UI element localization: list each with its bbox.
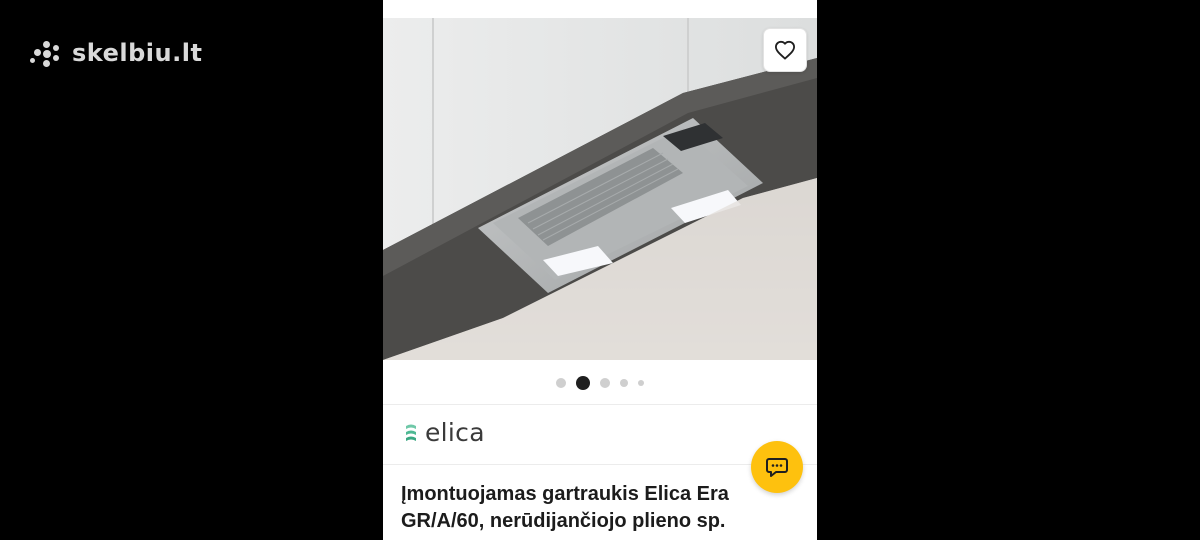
brand-name: elica <box>425 418 485 447</box>
carousel-dot[interactable] <box>638 380 644 386</box>
carousel-dot[interactable] <box>556 378 566 388</box>
listing-title: Įmontuojamas gartraukis Elica Era GR/A/6… <box>401 483 729 532</box>
chat-bubble-icon <box>766 458 788 477</box>
listing-photo[interactable] <box>383 18 817 360</box>
heart-icon <box>775 40 795 60</box>
carousel-dot[interactable] <box>620 379 628 387</box>
logo-text: skelbiu.lt <box>72 39 203 67</box>
brand-logo[interactable]: elica <box>403 418 485 447</box>
logo-dots-icon <box>30 38 64 68</box>
elica-leaf-icon <box>406 424 416 441</box>
site-logo[interactable]: skelbiu.lt <box>30 38 202 68</box>
carousel-dot-active[interactable] <box>576 376 590 390</box>
favorite-button[interactable] <box>763 28 807 72</box>
carousel-dot[interactable] <box>600 378 610 388</box>
product-image <box>383 18 817 360</box>
carousel-indicator <box>383 376 817 390</box>
divider <box>383 404 817 405</box>
listing-page: elica Įmontuojamas gartraukis Elica Era … <box>383 0 817 540</box>
